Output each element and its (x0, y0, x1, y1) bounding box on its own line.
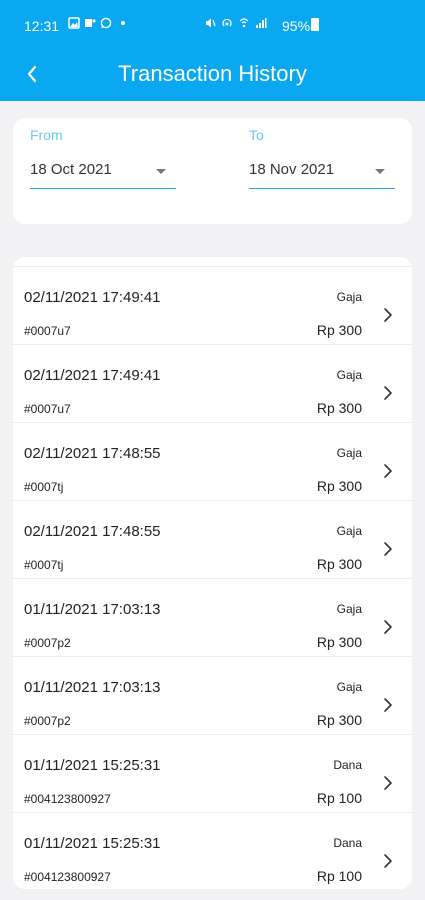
to-date-value: 18 Nov 2021 (249, 161, 335, 178)
transaction-code: #0007u7 (24, 402, 71, 416)
transaction-row[interactable]: 02/11/2021 17:48:55 #0007tj Gaja Rp 300 (13, 422, 412, 500)
transaction-code: #0007tj (24, 480, 64, 494)
whatsapp-icon (100, 17, 112, 29)
from-date-value: 18 Oct 2021 (30, 161, 112, 178)
transaction-list: 02/11/2021 17:49:41 #0007u7 Gaja Rp 300 … (13, 257, 412, 889)
transaction-amount: Rp 300 (316, 322, 362, 338)
teams-icon (85, 19, 96, 27)
transaction-merchant: Dana (333, 836, 362, 850)
battery-icon (311, 18, 319, 31)
transaction-row[interactable]: 01/11/2021 15:25:31 #004123800927 Dana R… (13, 734, 412, 812)
transaction-datetime: 01/11/2021 17:03:13 (24, 679, 161, 696)
transaction-merchant: Gaja (336, 290, 362, 304)
mute-icon (206, 18, 216, 28)
transaction-merchant: Gaja (336, 680, 362, 694)
transaction-code: #0007tj (24, 558, 64, 572)
transaction-merchant: Dana (333, 758, 362, 772)
transaction-merchant: Gaja (336, 446, 362, 460)
transaction-code: #0007p2 (24, 636, 71, 650)
chevron-right-icon (384, 854, 392, 868)
to-date-label: To (249, 127, 264, 143)
transaction-merchant: Gaja (336, 524, 362, 538)
chevron-right-icon (384, 776, 392, 790)
dropdown-arrow-icon (375, 169, 385, 174)
battery-percent: 95% (282, 18, 311, 34)
date-filter-card: From 18 Oct 2021 To 18 Nov 2021 (13, 118, 412, 224)
wifi-calling-icon (239, 18, 249, 28)
transaction-datetime: 01/11/2021 15:25:31 (24, 835, 161, 852)
to-date-field[interactable]: To 18 Nov 2021 (249, 126, 395, 189)
transaction-amount: Rp 300 (316, 634, 362, 650)
transaction-merchant: Gaja (336, 368, 362, 382)
transaction-datetime: 02/11/2021 17:48:55 (24, 523, 161, 540)
transaction-row[interactable]: 01/11/2021 17:03:13 #0007p2 Gaja Rp 300 (13, 656, 412, 734)
transaction-amount: Rp 100 (316, 868, 362, 884)
transaction-code: #0007u7 (24, 324, 71, 338)
transaction-datetime: 02/11/2021 17:49:41 (24, 289, 161, 306)
from-date-label: From (30, 127, 63, 143)
transaction-amount: Rp 300 (316, 400, 362, 416)
chevron-right-icon (384, 698, 392, 712)
chevron-right-icon (384, 542, 392, 556)
dropdown-arrow-icon (156, 169, 166, 174)
transaction-amount: Rp 300 (316, 556, 362, 572)
notification-icons (68, 17, 125, 29)
gallery-icon (68, 17, 80, 29)
from-date-field[interactable]: From 18 Oct 2021 (30, 126, 176, 189)
transaction-code: #004123800927 (24, 870, 111, 884)
transaction-amount: Rp 300 (316, 712, 362, 728)
transaction-datetime: 01/11/2021 15:25:31 (24, 757, 161, 774)
app-bar: Transaction History (0, 50, 425, 101)
chevron-right-icon (384, 386, 392, 400)
transaction-row[interactable]: 01/11/2021 17:03:13 #0007p2 Gaja Rp 300 (13, 578, 412, 656)
from-date-select[interactable]: 18 Oct 2021 (30, 161, 176, 189)
transaction-datetime: 01/11/2021 17:03:13 (24, 601, 161, 618)
signal-icon (256, 18, 267, 28)
status-time: 12:31 (24, 18, 60, 34)
page-title: Transaction History (118, 61, 307, 86)
chevron-right-icon (384, 620, 392, 634)
transaction-code: #004123800927 (24, 792, 111, 806)
more-notifications-dot (121, 21, 125, 25)
transaction-amount: Rp 100 (316, 790, 362, 806)
status-bar: 12:31 95% (0, 0, 425, 50)
transaction-datetime: 02/11/2021 17:49:41 (24, 367, 161, 384)
to-date-select[interactable]: 18 Nov 2021 (249, 161, 395, 189)
transaction-row[interactable]: 02/11/2021 17:49:41 #0007u7 Gaja Rp 300 (13, 344, 412, 422)
transaction-row[interactable]: 01/11/2021 15:25:31 #004123800927 Dana R… (13, 812, 412, 889)
system-icons (204, 17, 267, 29)
transaction-code: #0007p2 (24, 714, 71, 728)
chevron-right-icon (384, 308, 392, 322)
transaction-datetime: 02/11/2021 17:48:55 (24, 445, 161, 462)
hotspot-icon (222, 18, 232, 27)
chevron-right-icon (384, 464, 392, 478)
transaction-merchant: Gaja (336, 602, 362, 616)
transaction-row[interactable]: 02/11/2021 17:48:55 #0007tj Gaja Rp 300 (13, 500, 412, 578)
transaction-amount: Rp 300 (316, 478, 362, 494)
transaction-row[interactable]: 02/11/2021 17:49:41 #0007u7 Gaja Rp 300 (13, 266, 412, 344)
